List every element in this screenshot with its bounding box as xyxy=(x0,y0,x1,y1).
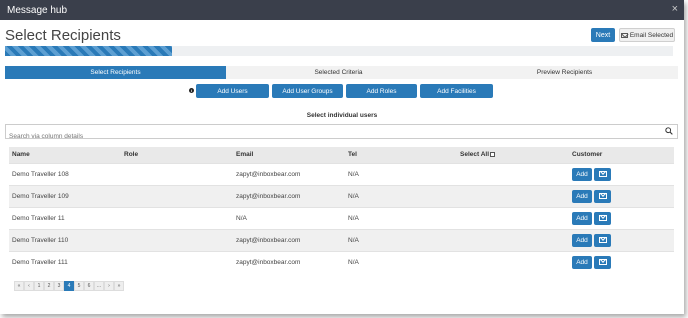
page-2[interactable]: 2 xyxy=(44,281,54,291)
cell-email: zapyt@inboxbear.com xyxy=(233,228,345,251)
page-ellipsis: ... xyxy=(94,281,104,291)
cell-customer-actions: Add xyxy=(569,184,674,207)
search-input[interactable] xyxy=(6,130,646,143)
page-first[interactable]: « xyxy=(14,281,24,291)
add-users-button[interactable]: Add Users xyxy=(196,84,269,98)
cell-customer-actions: Add xyxy=(569,228,674,251)
cell-email: zapyt@inboxbear.com xyxy=(233,162,345,185)
progress-fill xyxy=(5,46,172,56)
page-6[interactable]: 6 xyxy=(84,281,94,291)
email-selected-label: Email Selected xyxy=(629,31,674,39)
table-row: Demo Traveller 108 zapyt@inboxbear.com N… xyxy=(9,162,674,185)
cell-email: zapyt@inboxbear.com xyxy=(233,250,345,273)
cell-role xyxy=(121,228,233,251)
cell-customer-actions: Add xyxy=(569,206,674,229)
envelope-icon xyxy=(620,32,628,38)
col-select-all-header: Select All xyxy=(457,147,569,163)
cell-name: Demo Traveller 111 xyxy=(9,250,121,273)
table-row: Demo Traveller 109 zapyt@inboxbear.com N… xyxy=(9,184,674,207)
cell-name: Demo Traveller 108 xyxy=(9,162,121,185)
cell-tel: N/A xyxy=(345,206,457,229)
cell-name: Demo Traveller 110 xyxy=(9,228,121,251)
cell-role xyxy=(121,184,233,207)
envelope-icon xyxy=(598,215,607,221)
email-user-button[interactable] xyxy=(594,167,611,181)
col-name-header: Name xyxy=(9,147,121,163)
cell-select xyxy=(457,184,569,207)
cell-email: zapyt@inboxbear.com xyxy=(233,184,345,207)
cell-select xyxy=(457,206,569,229)
email-user-button[interactable] xyxy=(594,189,611,203)
cell-tel: N/A xyxy=(345,228,457,251)
cell-select xyxy=(457,228,569,251)
modal-window: Message hub × Select Recipients Next Ema… xyxy=(0,0,684,314)
cell-name: Demo Traveller 11 xyxy=(9,206,121,229)
page-3[interactable]: 3 xyxy=(54,281,64,291)
search-box xyxy=(5,124,678,143)
progress-bar xyxy=(5,46,673,56)
select-all-checkbox[interactable] xyxy=(490,152,496,158)
tab-preview-recipients[interactable]: Preview Recipients xyxy=(451,66,678,79)
envelope-icon xyxy=(598,193,607,199)
section-title: Select individual users xyxy=(306,112,378,119)
page-next[interactable]: › xyxy=(104,281,114,291)
col-customer-header: Customer xyxy=(569,147,674,163)
add-button[interactable]: Add xyxy=(572,167,592,181)
col-role-header: Role xyxy=(121,147,233,163)
cell-customer-actions: Add xyxy=(569,250,674,273)
cell-email: N/A xyxy=(233,206,345,229)
col-tel-header: Tel xyxy=(345,147,457,163)
add-button[interactable]: Add xyxy=(572,189,592,203)
pagination: « ‹ 1 2 3 4 5 6 ... › » xyxy=(14,281,124,291)
col-email-header: Email xyxy=(233,147,345,163)
add-user-groups-button[interactable]: Add User Groups xyxy=(272,84,343,98)
envelope-icon xyxy=(598,259,607,266)
page-title: Select Recipients xyxy=(5,27,121,44)
page-last[interactable]: » xyxy=(114,281,124,291)
page-4[interactable]: 4 xyxy=(64,281,74,291)
email-user-button[interactable] xyxy=(594,255,611,269)
tab-select-recipients[interactable]: Select Recipients xyxy=(5,66,226,79)
page-5[interactable]: 5 xyxy=(74,281,84,291)
window-titlebar: Message hub × xyxy=(0,0,684,20)
table-header-row: Name Role Email Tel Select All Customer xyxy=(9,147,674,163)
add-roles-button[interactable]: Add Roles xyxy=(346,84,417,98)
table-row: Demo Traveller 11 N/A N/A Add xyxy=(9,206,674,229)
tab-selected-criteria[interactable]: Selected Criteria xyxy=(226,66,451,79)
window-title: Message hub xyxy=(7,5,68,16)
table-row: Demo Traveller 110 zapyt@inboxbear.com N… xyxy=(9,228,674,251)
search-icon[interactable] xyxy=(665,127,673,135)
next-button[interactable]: Next xyxy=(591,28,615,42)
table-row: Demo Traveller 111 zapyt@inboxbear.com N… xyxy=(9,250,674,273)
cell-tel: N/A xyxy=(345,184,457,207)
cell-tel: N/A xyxy=(345,162,457,185)
page-1[interactable]: 1 xyxy=(34,281,44,291)
cell-role xyxy=(121,206,233,229)
cell-select xyxy=(457,250,569,273)
add-button[interactable]: Add xyxy=(572,211,592,225)
users-table: Name Role Email Tel Select All Customer … xyxy=(9,147,674,273)
envelope-icon xyxy=(598,237,607,243)
email-selected-button[interactable]: Email Selected xyxy=(619,28,675,42)
close-icon[interactable]: × xyxy=(672,3,678,15)
select-all-label: Select All xyxy=(460,151,490,159)
cell-name: Demo Traveller 109 xyxy=(9,184,121,207)
page-prev[interactable]: ‹ xyxy=(24,281,34,291)
email-user-button[interactable] xyxy=(594,211,611,225)
cell-role xyxy=(121,162,233,185)
cell-role xyxy=(121,250,233,273)
envelope-icon xyxy=(598,171,607,177)
cell-customer-actions: Add xyxy=(569,162,674,185)
cell-select xyxy=(457,162,569,185)
add-button[interactable]: Add xyxy=(572,233,592,247)
cell-tel: N/A xyxy=(345,250,457,273)
info-icon[interactable]: i xyxy=(189,88,194,93)
email-user-button[interactable] xyxy=(594,233,611,247)
add-facilities-button[interactable]: Add Facilities xyxy=(420,84,493,98)
wizard-tabs: Select Recipients Selected Criteria Prev… xyxy=(5,66,678,79)
add-button[interactable]: Add xyxy=(572,255,592,269)
